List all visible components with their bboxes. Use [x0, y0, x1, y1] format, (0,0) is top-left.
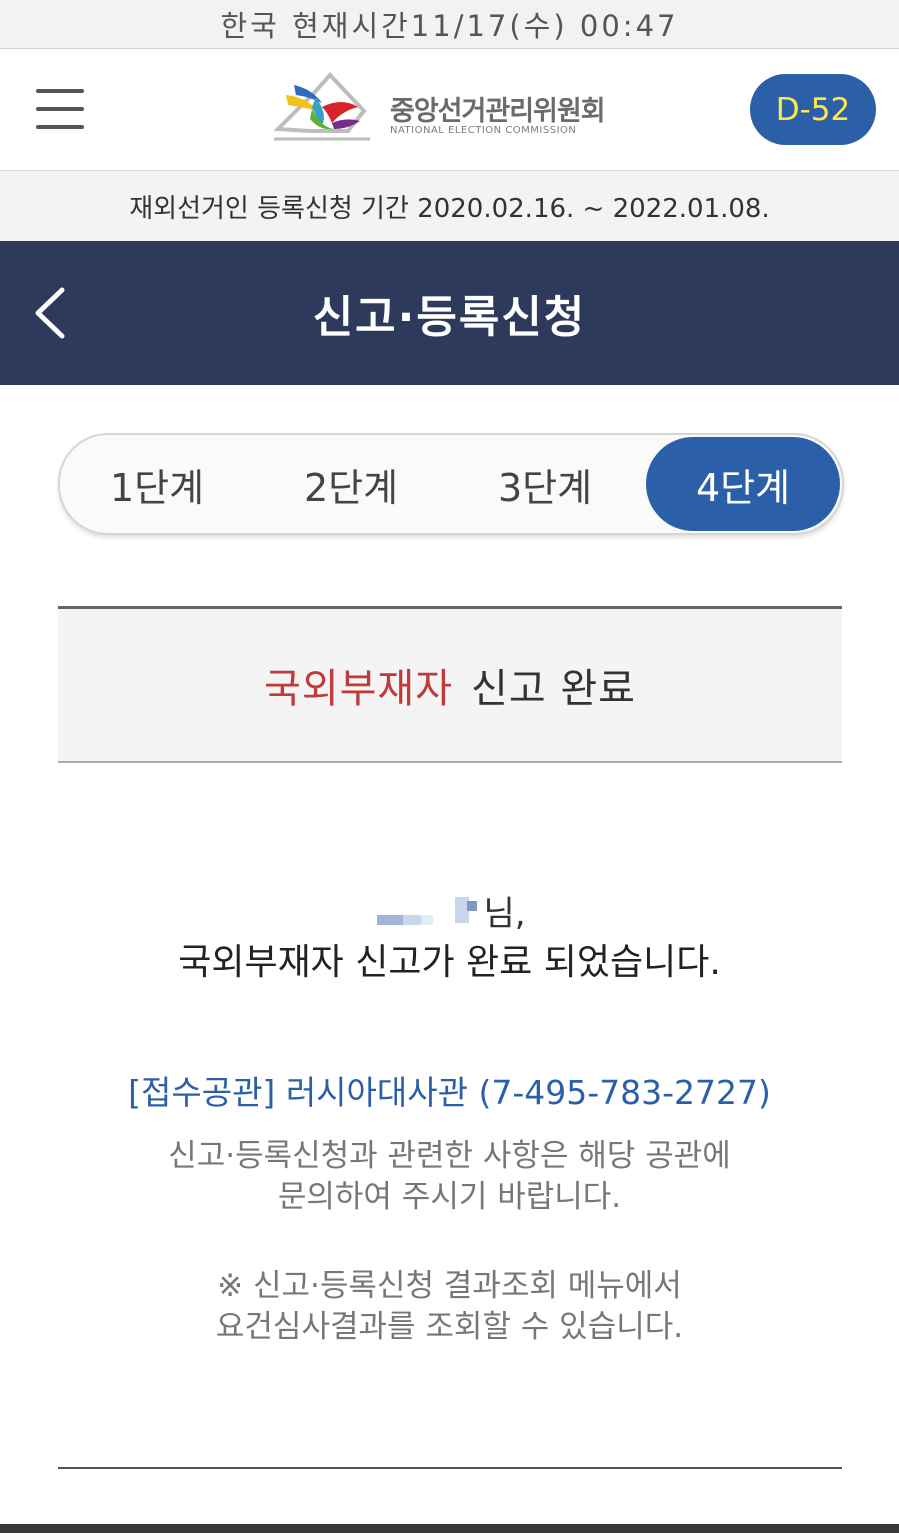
back-arrow-icon[interactable]	[30, 286, 70, 340]
current-time-text: 한국 현재시간11/17(수) 00:47	[220, 9, 679, 43]
result-highlight-text: 국외부재자	[264, 666, 454, 712]
footer-strip	[0, 1524, 899, 1533]
office-name-phone[interactable]: 러시아대사관 (7-495-783-2727)	[286, 1073, 771, 1112]
registration-period-banner: 재외선거인 등록신청 기간 2020.02.16. ~ 2022.01.08.	[0, 171, 899, 241]
nec-logo[interactable]: 중앙선거관리위원회 NATIONAL ELECTION COMMISSION	[272, 67, 606, 147]
dday-badge[interactable]: D-52	[750, 74, 876, 145]
step-3[interactable]: 3단계	[448, 435, 642, 533]
contact-notice: 신고·등록신청과 관련한 사항은 해당 공관에 문의하여 주시기 바랍니다.	[0, 1136, 899, 1218]
step-4-active[interactable]: 4단계	[646, 437, 840, 531]
page-title-bar: 신고·등록신청	[0, 241, 899, 385]
status-bar: 한국 현재시간11/17(수) 00:47	[0, 0, 899, 49]
notice-line: ※ 신고·등록신청 결과조회 메뉴에서	[217, 1268, 682, 1304]
redacted-name	[373, 893, 478, 927]
notice-line: 요건심사결과를 조회할 수 있습니다.	[215, 1309, 684, 1345]
divider	[58, 1467, 842, 1469]
result-title-box: 국외부재자 신고 완료	[58, 606, 842, 763]
menu-icon[interactable]	[36, 87, 84, 131]
user-name-line: 님,	[0, 885, 899, 935]
result-status-text: 신고 완료	[471, 666, 636, 712]
nec-emblem-icon	[273, 72, 370, 141]
site-header: 중앙선거관리위원회 NATIONAL ELECTION COMMISSION D…	[0, 49, 899, 171]
logo-subtitle: NATIONAL ELECTION COMMISSION	[390, 125, 577, 136]
office-label: [접수공관]	[128, 1073, 276, 1112]
result-lookup-notice: ※ 신고·등록신청 결과조회 메뉴에서 요건심사결과를 조회할 수 있습니다.	[0, 1266, 899, 1348]
receiving-office: [접수공관] 러시아대사관 (7-495-783-2727)	[0, 1070, 899, 1116]
completion-message: 국외부재자 신고가 완료 되었습니다.	[178, 942, 721, 983]
page-title: 신고·등록신청	[312, 292, 587, 343]
step-1[interactable]: 1단계	[60, 435, 254, 533]
logo-title: 중앙선거관리위원회	[390, 96, 606, 127]
name-suffix: 님,	[483, 893, 526, 934]
registration-period-text: 재외선거인 등록신청 기간 2020.02.16. ~ 2022.01.08.	[129, 193, 770, 224]
step-indicator: 1단계 2단계 3단계 4단계	[58, 433, 844, 535]
notice-line: 문의하여 주시기 바랍니다.	[277, 1179, 622, 1215]
step-2[interactable]: 2단계	[254, 435, 448, 533]
notice-line: 신고·등록신청과 관련한 사항은 해당 공관에	[168, 1138, 731, 1174]
